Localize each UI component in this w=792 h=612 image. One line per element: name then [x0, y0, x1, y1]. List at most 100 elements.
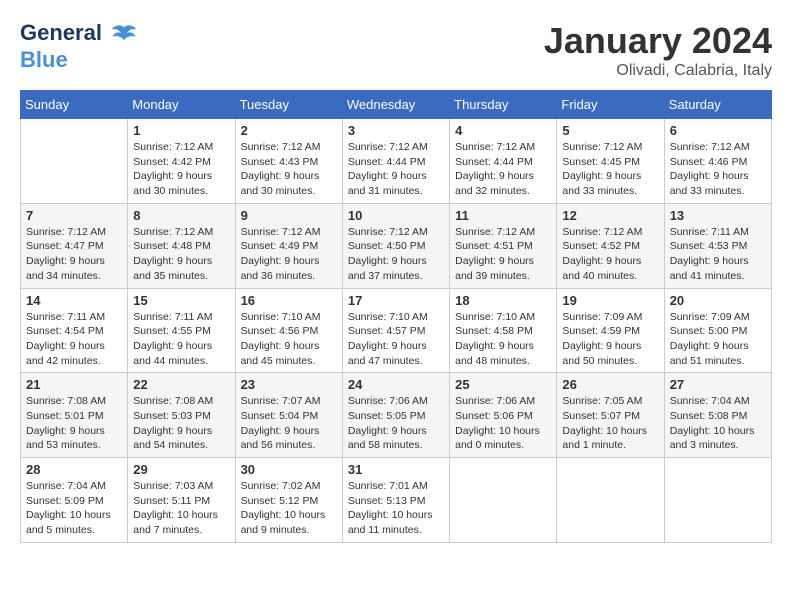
day-number: 11 — [455, 208, 551, 223]
day-number: 30 — [241, 462, 337, 477]
calendar-cell: 27 Sunrise: 7:04 AMSunset: 5:08 PMDayligh… — [664, 373, 771, 458]
day-info: Sunrise: 7:01 AMSunset: 5:13 PMDaylight:… — [348, 479, 444, 538]
logo-text: General — [20, 20, 138, 48]
header-tuesday: Tuesday — [235, 91, 342, 119]
week-row-4: 21Sunrise: 7:08 AMSunset: 5:01 PMDayligh… — [21, 373, 772, 458]
day-number: 18 — [455, 293, 551, 308]
day-number: 13 — [670, 208, 766, 223]
calendar-cell: 22 Sunrise: 7:08 AMSunset: 5:03 PMDayligh… — [128, 373, 235, 458]
day-number: 17 — [348, 293, 444, 308]
calendar-cell — [21, 119, 128, 204]
day-number: 26 — [562, 377, 658, 392]
calendar-cell: 28Sunrise: 7:04 AMSunset: 5:09 PMDayligh… — [21, 458, 128, 543]
day-number: 31 — [348, 462, 444, 477]
day-info: Sunrise: 7:12 AMSunset: 4:52 PMDaylight:… — [562, 225, 658, 284]
day-number: 23 — [241, 377, 337, 392]
calendar-cell — [664, 458, 771, 543]
day-info: Sunrise: 7:12 AMSunset: 4:51 PMDaylight:… — [455, 225, 551, 284]
day-number: 4 — [455, 123, 551, 138]
day-info: Sunrise: 7:12 AMSunset: 4:44 PMDaylight:… — [348, 140, 444, 199]
day-number: 22 — [133, 377, 229, 392]
day-number: 29 — [133, 462, 229, 477]
day-number: 9 — [241, 208, 337, 223]
calendar-cell: 29Sunrise: 7:03 AMSunset: 5:11 PMDayligh… — [128, 458, 235, 543]
day-number: 12 — [562, 208, 658, 223]
day-number: 8 — [133, 208, 229, 223]
logo: General Blue — [20, 20, 138, 72]
header-wednesday: Wednesday — [342, 91, 449, 119]
day-info: Sunrise: 7:11 AMSunset: 4:54 PMDaylight:… — [26, 310, 122, 369]
day-info: Sunrise: 7:06 AMSunset: 5:06 PMDaylight:… — [455, 394, 551, 453]
month-title: January 2024 — [544, 20, 772, 62]
header-friday: Friday — [557, 91, 664, 119]
day-number: 16 — [241, 293, 337, 308]
day-info: Sunrise: 7:04 AMSunset: 5:08 PMDaylight:… — [670, 394, 766, 453]
day-info: Sunrise: 7:02 AMSunset: 5:12 PMDaylight:… — [241, 479, 337, 538]
day-number: 24 — [348, 377, 444, 392]
day-info: Sunrise: 7:11 AMSunset: 4:53 PMDaylight:… — [670, 225, 766, 284]
day-info: Sunrise: 7:12 AMSunset: 4:46 PMDaylight:… — [670, 140, 766, 199]
calendar-cell: 23 Sunrise: 7:07 AMSunset: 5:04 PMDayligh… — [235, 373, 342, 458]
calendar-cell: 25 Sunrise: 7:06 AMSunset: 5:06 PMDayligh… — [450, 373, 557, 458]
calendar-cell: 21Sunrise: 7:08 AMSunset: 5:01 PMDayligh… — [21, 373, 128, 458]
header-monday: Monday — [128, 91, 235, 119]
day-number: 20 — [670, 293, 766, 308]
day-info: Sunrise: 7:12 AMSunset: 4:48 PMDaylight:… — [133, 225, 229, 284]
calendar-cell: 11 Sunrise: 7:12 AMSunset: 4:51 PMDayligh… — [450, 203, 557, 288]
header-saturday: Saturday — [664, 91, 771, 119]
logo-blue-text: Blue — [20, 48, 138, 72]
day-info: Sunrise: 7:12 AMSunset: 4:43 PMDaylight:… — [241, 140, 337, 199]
logo-bird-icon — [110, 20, 138, 48]
week-row-5: 28Sunrise: 7:04 AMSunset: 5:09 PMDayligh… — [21, 458, 772, 543]
calendar-cell: 19 Sunrise: 7:09 AMSunset: 4:59 PMDayligh… — [557, 288, 664, 373]
day-info: Sunrise: 7:09 AMSunset: 4:59 PMDaylight:… — [562, 310, 658, 369]
day-info: Sunrise: 7:12 AMSunset: 4:49 PMDaylight:… — [241, 225, 337, 284]
day-number: 19 — [562, 293, 658, 308]
day-info: Sunrise: 7:12 AMSunset: 4:44 PMDaylight:… — [455, 140, 551, 199]
week-row-3: 14 Sunrise: 7:11 AMSunset: 4:54 PMDayligh… — [21, 288, 772, 373]
day-info: Sunrise: 7:12 AMSunset: 4:42 PMDaylight:… — [133, 140, 229, 199]
day-info: Sunrise: 7:11 AMSunset: 4:55 PMDaylight:… — [133, 310, 229, 369]
day-info: Sunrise: 7:04 AMSunset: 5:09 PMDaylight:… — [26, 479, 122, 538]
day-info: Sunrise: 7:12 AMSunset: 4:50 PMDaylight:… — [348, 225, 444, 284]
calendar-cell: 6 Sunrise: 7:12 AMSunset: 4:46 PMDaylight… — [664, 119, 771, 204]
calendar-cell: 31 Sunrise: 7:01 AMSunset: 5:13 PMDayligh… — [342, 458, 449, 543]
calendar-cell — [450, 458, 557, 543]
day-info: Sunrise: 7:05 AMSunset: 5:07 PMDaylight:… — [562, 394, 658, 453]
day-info: Sunrise: 7:08 AMSunset: 5:01 PMDaylight:… — [26, 394, 122, 453]
day-number: 14 — [26, 293, 122, 308]
calendar-cell: 14 Sunrise: 7:11 AMSunset: 4:54 PMDayligh… — [21, 288, 128, 373]
day-number: 27 — [670, 377, 766, 392]
calendar-cell: 9 Sunrise: 7:12 AMSunset: 4:49 PMDaylight… — [235, 203, 342, 288]
day-info: Sunrise: 7:10 AMSunset: 4:56 PMDaylight:… — [241, 310, 337, 369]
calendar-cell: 18 Sunrise: 7:10 AMSunset: 4:58 PMDayligh… — [450, 288, 557, 373]
header-sunday: Sunday — [21, 91, 128, 119]
header-thursday: Thursday — [450, 91, 557, 119]
calendar-cell: 5 Sunrise: 7:12 AMSunset: 4:45 PMDaylight… — [557, 119, 664, 204]
calendar-cell: 12 Sunrise: 7:12 AMSunset: 4:52 PMDayligh… — [557, 203, 664, 288]
week-row-1: 1 Sunrise: 7:12 AMSunset: 4:42 PMDaylight… — [21, 119, 772, 204]
calendar-cell: 15Sunrise: 7:11 AMSunset: 4:55 PMDayligh… — [128, 288, 235, 373]
calendar-cell: 17Sunrise: 7:10 AMSunset: 4:57 PMDayligh… — [342, 288, 449, 373]
day-number: 1 — [133, 123, 229, 138]
calendar-cell: 13 Sunrise: 7:11 AMSunset: 4:53 PMDayligh… — [664, 203, 771, 288]
day-info: Sunrise: 7:08 AMSunset: 5:03 PMDaylight:… — [133, 394, 229, 453]
calendar-cell: 2 Sunrise: 7:12 AMSunset: 4:43 PMDaylight… — [235, 119, 342, 204]
calendar-cell: 10 Sunrise: 7:12 AMSunset: 4:50 PMDayligh… — [342, 203, 449, 288]
calendar-cell: 24Sunrise: 7:06 AMSunset: 5:05 PMDayligh… — [342, 373, 449, 458]
day-number: 10 — [348, 208, 444, 223]
day-number: 2 — [241, 123, 337, 138]
calendar-cell — [557, 458, 664, 543]
day-info: Sunrise: 7:12 AMSunset: 4:47 PMDaylight:… — [26, 225, 122, 284]
day-info: Sunrise: 7:10 AMSunset: 4:58 PMDaylight:… — [455, 310, 551, 369]
calendar-cell: 30 Sunrise: 7:02 AMSunset: 5:12 PMDayligh… — [235, 458, 342, 543]
day-info: Sunrise: 7:12 AMSunset: 4:45 PMDaylight:… — [562, 140, 658, 199]
day-number: 6 — [670, 123, 766, 138]
day-number: 5 — [562, 123, 658, 138]
calendar-cell: 16 Sunrise: 7:10 AMSunset: 4:56 PMDayligh… — [235, 288, 342, 373]
title-section: January 2024 Olivadi, Calabria, Italy — [544, 20, 772, 80]
calendar-cell: 20Sunrise: 7:09 AMSunset: 5:00 PMDayligh… — [664, 288, 771, 373]
day-info: Sunrise: 7:07 AMSunset: 5:04 PMDaylight:… — [241, 394, 337, 453]
calendar-cell: 1 Sunrise: 7:12 AMSunset: 4:42 PMDaylight… — [128, 119, 235, 204]
day-number: 25 — [455, 377, 551, 392]
